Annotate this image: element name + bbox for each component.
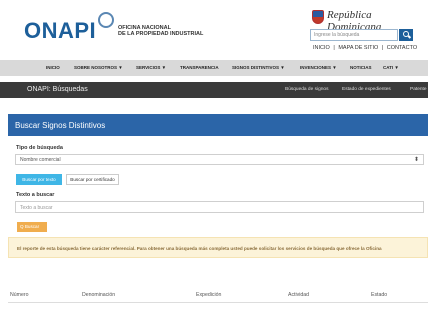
- nav-item-inicio[interactable]: INICIO: [46, 65, 60, 70]
- info-alert: El reporte de esta búsqueda tiene caráct…: [8, 237, 428, 258]
- panel-title: Buscar Signos Distintivos: [15, 121, 106, 130]
- link-contacto[interactable]: CONTACTO: [387, 45, 417, 51]
- column-header-numero[interactable]: Número: [10, 292, 28, 298]
- tab-buscar-por-certificado[interactable]: Buscar por certificado: [66, 174, 119, 185]
- nav-item-cati[interactable]: CATI ▼: [383, 65, 399, 70]
- nav-item-servicios[interactable]: SERVICIOS ▼: [136, 65, 166, 70]
- alert-text: El reporte de esta búsqueda tiene caráct…: [17, 246, 382, 251]
- panel-header: Buscar Signos Distintivos: [8, 114, 428, 136]
- section-bar: ONAPI: Búsquedas Búsqueda de signos Esta…: [0, 82, 428, 98]
- column-header-actividad[interactable]: Actividad: [288, 292, 309, 298]
- page: ONAPI OFICINA NACIONAL DE LA PROPIEDAD I…: [0, 0, 428, 310]
- link-busqueda-de-signos[interactable]: Búsqueda de signos: [285, 87, 328, 92]
- nav-item-signos-distintivos[interactable]: SIGNOS DISTINTIVOS ▼: [232, 65, 285, 70]
- select-value: Nombre comercial: [20, 157, 61, 163]
- logo-seal-icon: [98, 12, 114, 28]
- nav-item-invenciones[interactable]: INVENCIONES ▼: [300, 65, 337, 70]
- column-header-estado[interactable]: Estado: [371, 292, 387, 298]
- coat-of-arms-icon: [312, 10, 324, 24]
- link-patente[interactable]: Patente: [410, 87, 427, 92]
- texto-buscar-label: Texto a buscar: [16, 192, 55, 198]
- tipo-busqueda-select[interactable]: Nombre comercial ⬍: [15, 154, 424, 165]
- separator: |: [333, 45, 335, 51]
- tipo-busqueda-label: Tipo de búsqueda: [16, 145, 63, 151]
- chevron-down-icon: ⬍: [413, 157, 419, 163]
- site-search-button[interactable]: [399, 29, 413, 41]
- nav-item-transparencia[interactable]: TRANSPARENCIA: [180, 65, 219, 70]
- onapi-logo[interactable]: ONAPI: [24, 18, 96, 44]
- link-estado-de-expedientes[interactable]: Estado de expedientes: [342, 87, 391, 92]
- buscar-button[interactable]: Q Buscar: [17, 222, 47, 232]
- texto-buscar-input[interactable]: Texto a buscar: [15, 201, 424, 213]
- site-header: ONAPI OFICINA NACIONAL DE LA PROPIEDAD I…: [0, 0, 428, 56]
- logo-subtitle-line2: DE LA PROPIEDAD INDUSTRIAL: [118, 31, 204, 37]
- table-divider: [8, 302, 428, 303]
- nav-item-sobre-nosotros[interactable]: SOBRE NOSOTROS ▼: [74, 65, 123, 70]
- link-inicio[interactable]: INICIO: [313, 45, 330, 51]
- column-header-expedicion[interactable]: Expedición: [196, 292, 221, 298]
- link-mapa-de-sitio[interactable]: MAPA DE SITIO: [338, 45, 378, 51]
- tab-buscar-por-texto[interactable]: Buscar por texto: [16, 174, 62, 185]
- column-header-denominacion[interactable]: Denominación: [82, 292, 115, 298]
- section-title: ONAPI: Búsquedas: [27, 86, 88, 93]
- separator: |: [381, 45, 384, 51]
- nav-item-noticias[interactable]: NOTICIAS: [350, 65, 372, 70]
- site-search-input[interactable]: Ingrese la búsqueda: [310, 29, 398, 41]
- top-links: INICIO | MAPA DE SITIO | CONTACTO: [312, 45, 418, 51]
- main-nav: INICIO SOBRE NOSOTROS ▼ SERVICIOS ▼ TRAN…: [0, 60, 428, 76]
